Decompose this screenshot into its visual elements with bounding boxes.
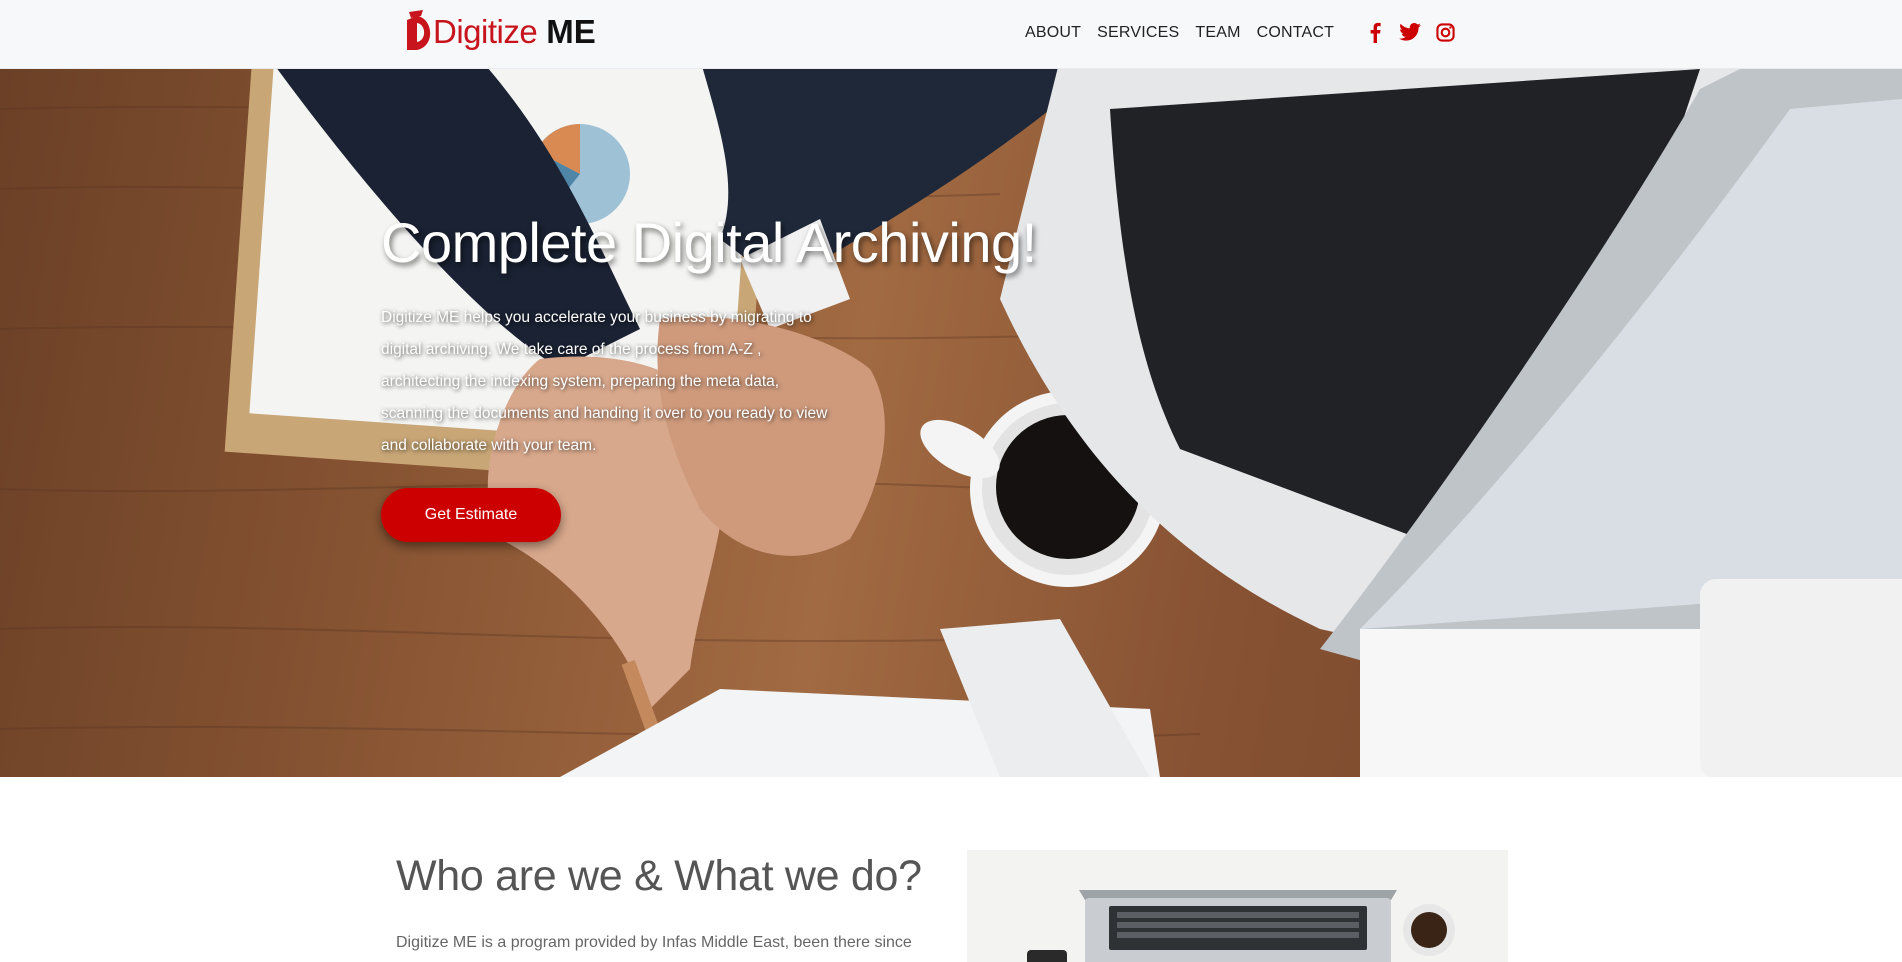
- hero-section: Complete Digital Archiving! Digitize ME …: [0, 69, 1902, 777]
- nav-link-team[interactable]: TEAM: [1195, 24, 1240, 42]
- instagram-icon[interactable]: [1434, 21, 1456, 43]
- navbar: Digitize ME ABOUT SERVICES TEAM CONTACT: [0, 0, 1902, 69]
- nav-link-about[interactable]: ABOUT: [1025, 24, 1081, 42]
- about-section: Who are we & What we do? Digitize ME is …: [0, 777, 1902, 962]
- hero-title: Complete Digital Archiving!: [381, 211, 1037, 274]
- logo-mark-icon: [407, 10, 431, 50]
- hero-content: Complete Digital Archiving! Digitize ME …: [381, 208, 1141, 542]
- get-estimate-button[interactable]: Get Estimate: [381, 488, 561, 542]
- about-text: Digitize ME is a program provided by Inf…: [396, 934, 912, 951]
- facebook-icon[interactable]: [1364, 21, 1386, 43]
- about-title: Who are we & What we do?: [396, 852, 922, 900]
- main-nav: ABOUT SERVICES TEAM CONTACT: [1025, 24, 1350, 42]
- hero-description: Digitize ME helps you accelerate your bu…: [381, 309, 828, 454]
- laptop-photo-icon: [967, 850, 1508, 962]
- social-links: [1364, 21, 1456, 43]
- twitter-icon[interactable]: [1399, 21, 1421, 43]
- brand-name-part1: Digitize: [433, 13, 538, 50]
- nav-link-contact[interactable]: CONTACT: [1257, 24, 1335, 42]
- about-image: [967, 850, 1508, 962]
- brand-name-part2: ME: [546, 13, 596, 50]
- nav-link-services[interactable]: SERVICES: [1097, 24, 1179, 42]
- brand-logo[interactable]: Digitize ME: [403, 8, 596, 56]
